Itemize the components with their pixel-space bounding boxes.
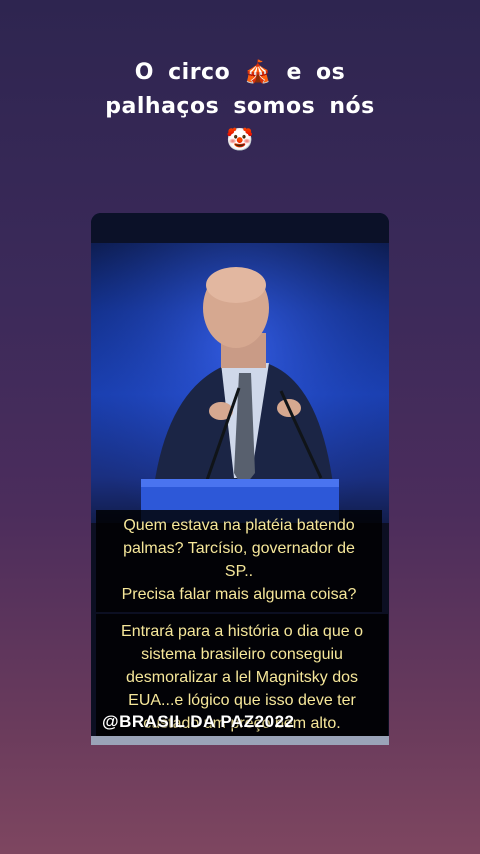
caption-text-1: O circo: [134, 60, 231, 85]
subtitle-1-line-1: Quem estava na platéia batendo: [123, 517, 355, 534]
subtitle-1-line-3: SP..: [224, 563, 254, 580]
subtitle-1-line-4: Precisa falar mais alguma coisa?: [121, 586, 357, 603]
speaker-image: [91, 213, 389, 543]
subtitle-2-line-4: EUA...e lógico que isso deve ter: [128, 692, 356, 709]
story-caption: O circo 🎪 e os palhaços somos nós 🤡: [0, 56, 480, 158]
subtitle-2-line-1: Entrará para a história o dia que o: [121, 623, 363, 640]
circus-tent-icon: 🎪: [244, 60, 273, 85]
video-progress-bar[interactable]: [91, 736, 389, 745]
caption-line-2: palhaços somos nós: [105, 94, 375, 119]
video-frame[interactable]: [91, 213, 389, 543]
subtitle-2-line-2: sistema brasileiro conseguiu: [141, 646, 343, 663]
subtitle-1-line-2: palmas? Tarcísio, governador de: [123, 540, 355, 557]
subtitle-2-line-3: desmoralizar a lel Magnitsky dos: [125, 669, 359, 686]
caption-text-1b: e os: [286, 60, 346, 85]
subtitle-box-1: Quem estava na platéia batendo palmas? T…: [96, 510, 382, 612]
caption-line-1: O circo 🎪 e os: [0, 56, 480, 90]
clown-face-icon: 🤡: [226, 128, 254, 153]
watermark-handle: @BRASIL DA PAZ2022: [102, 712, 295, 731]
